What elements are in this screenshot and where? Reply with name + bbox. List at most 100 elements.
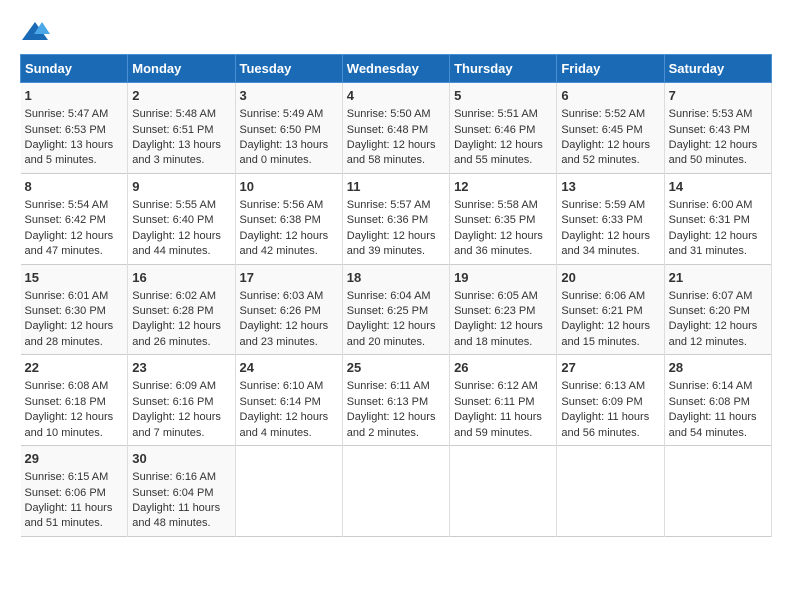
sunrise: Sunrise: 5:48 AM xyxy=(132,108,216,120)
sunset: Sunset: 6:25 PM xyxy=(347,305,428,317)
calendar-cell: 17Sunrise: 6:03 AMSunset: 6:26 PMDayligh… xyxy=(235,264,342,355)
day-number: 30 xyxy=(132,450,230,468)
day-number: 2 xyxy=(132,87,230,105)
daylight: Daylight: 12 hours and 39 minutes. xyxy=(347,230,436,257)
day-number: 14 xyxy=(669,178,767,196)
daylight: Daylight: 12 hours and 26 minutes. xyxy=(132,320,221,347)
daylight: Daylight: 11 hours and 54 minutes. xyxy=(669,411,757,438)
day-number: 3 xyxy=(240,87,338,105)
day-number: 8 xyxy=(25,178,124,196)
calendar-cell: 24Sunrise: 6:10 AMSunset: 6:14 PMDayligh… xyxy=(235,355,342,446)
sunrise: Sunrise: 5:54 AM xyxy=(25,199,109,211)
day-number: 6 xyxy=(561,87,659,105)
day-number: 27 xyxy=(561,359,659,377)
day-number: 7 xyxy=(669,87,767,105)
calendar-cell xyxy=(664,446,771,537)
calendar-table: SundayMondayTuesdayWednesdayThursdayFrid… xyxy=(20,54,772,537)
header-day-sunday: Sunday xyxy=(21,55,128,83)
daylight: Daylight: 13 hours and 3 minutes. xyxy=(132,139,221,166)
day-number: 29 xyxy=(25,450,124,468)
calendar-cell: 2 Sunrise: 5:48 AM Sunset: 6:51 PM Daylight… xyxy=(128,83,235,174)
sunrise: Sunrise: 6:08 AM xyxy=(25,380,109,392)
sunrise: Sunrise: 6:00 AM xyxy=(669,199,753,211)
calendar-cell: 29Sunrise: 6:15 AMSunset: 6:06 PMDayligh… xyxy=(21,446,128,537)
daylight: Daylight: 12 hours and 28 minutes. xyxy=(25,320,114,347)
day-number: 13 xyxy=(561,178,659,196)
header-day-thursday: Thursday xyxy=(450,55,557,83)
sunset: Sunset: 6:45 PM xyxy=(561,124,642,136)
calendar-cell xyxy=(235,446,342,537)
calendar-cell xyxy=(342,446,449,537)
daylight: Daylight: 12 hours and 55 minutes. xyxy=(454,139,543,166)
daylight: Daylight: 12 hours and 18 minutes. xyxy=(454,320,543,347)
sunrise: Sunrise: 6:16 AM xyxy=(132,471,216,483)
calendar-cell: 13Sunrise: 5:59 AMSunset: 6:33 PMDayligh… xyxy=(557,173,664,264)
sunrise: Sunrise: 6:03 AM xyxy=(240,290,324,302)
sunrise: Sunrise: 5:47 AM xyxy=(25,108,109,120)
calendar-cell: 11Sunrise: 5:57 AMSunset: 6:36 PMDayligh… xyxy=(342,173,449,264)
sunset: Sunset: 6:43 PM xyxy=(669,124,750,136)
sunrise: Sunrise: 5:59 AM xyxy=(561,199,645,211)
daylight: Daylight: 12 hours and 20 minutes. xyxy=(347,320,436,347)
calendar-cell: 26Sunrise: 6:12 AMSunset: 6:11 PMDayligh… xyxy=(450,355,557,446)
calendar-cell: 20Sunrise: 6:06 AMSunset: 6:21 PMDayligh… xyxy=(557,264,664,355)
sunrise: Sunrise: 5:56 AM xyxy=(240,199,324,211)
day-number: 22 xyxy=(25,359,124,377)
calendar-cell: 3Sunrise: 5:49 AMSunset: 6:50 PMDaylight… xyxy=(235,83,342,174)
daylight: Daylight: 12 hours and 58 minutes. xyxy=(347,139,436,166)
day-number: 10 xyxy=(240,178,338,196)
calendar-cell: 8Sunrise: 5:54 AMSunset: 6:42 PMDaylight… xyxy=(21,173,128,264)
sunset: Sunset: 6:09 PM xyxy=(561,396,642,408)
sunset: Sunset: 6:06 PM xyxy=(25,487,106,499)
calendar-cell: 16Sunrise: 6:02 AMSunset: 6:28 PMDayligh… xyxy=(128,264,235,355)
sunrise: Sunrise: 5:51 AM xyxy=(454,108,538,120)
sunrise: Sunrise: 5:50 AM xyxy=(347,108,431,120)
sunset: Sunset: 6:46 PM xyxy=(454,124,535,136)
sunset: Sunset: 6:23 PM xyxy=(454,305,535,317)
daylight: Daylight: 12 hours and 34 minutes. xyxy=(561,230,650,257)
calendar-cell: 22Sunrise: 6:08 AMSunset: 6:18 PMDayligh… xyxy=(21,355,128,446)
sunset: Sunset: 6:28 PM xyxy=(132,305,213,317)
day-number: 21 xyxy=(669,269,767,287)
day-number: 26 xyxy=(454,359,552,377)
sunrise: Sunrise: 6:02 AM xyxy=(132,290,216,302)
calendar-cell: 21Sunrise: 6:07 AMSunset: 6:20 PMDayligh… xyxy=(664,264,771,355)
sunset: Sunset: 6:20 PM xyxy=(669,305,750,317)
calendar-cell: 7Sunrise: 5:53 AMSunset: 6:43 PMDaylight… xyxy=(664,83,771,174)
day-number: 1 xyxy=(25,87,124,105)
sunrise: Sunrise: 6:07 AM xyxy=(669,290,753,302)
calendar-cell xyxy=(450,446,557,537)
sunset: Sunset: 6:50 PM xyxy=(240,124,321,136)
day-number: 18 xyxy=(347,269,445,287)
sunset: Sunset: 6:30 PM xyxy=(25,305,106,317)
header-day-tuesday: Tuesday xyxy=(235,55,342,83)
calendar-week-row: 15Sunrise: 6:01 AMSunset: 6:30 PMDayligh… xyxy=(21,264,772,355)
daylight: Daylight: 12 hours and 10 minutes. xyxy=(25,411,114,438)
calendar-cell: 12 Sunrise: 5:58 AM Sunset: 6:35 PM Dayligh… xyxy=(450,173,557,264)
calendar-cell: 15Sunrise: 6:01 AMSunset: 6:30 PMDayligh… xyxy=(21,264,128,355)
calendar-cell: 27Sunrise: 6:13 AMSunset: 6:09 PMDayligh… xyxy=(557,355,664,446)
daylight: Daylight: 12 hours and 7 minutes. xyxy=(132,411,221,438)
day-number: 19 xyxy=(454,269,552,287)
header-day-saturday: Saturday xyxy=(664,55,771,83)
daylight: Daylight: 12 hours and 52 minutes. xyxy=(561,139,650,166)
daylight: Daylight: 12 hours and 23 minutes. xyxy=(240,320,329,347)
sunset: Sunset: 6:11 PM xyxy=(454,396,535,408)
sunrise: Sunrise: 5:58 AM xyxy=(454,199,538,211)
day-number: 24 xyxy=(240,359,338,377)
daylight: Daylight: 12 hours and 31 minutes. xyxy=(669,230,758,257)
sunrise: Sunrise: 6:12 AM xyxy=(454,380,538,392)
sunset: Sunset: 6:42 PM xyxy=(25,214,106,226)
sunset: Sunset: 6:51 PM xyxy=(132,124,213,136)
day-number: 5 xyxy=(454,87,552,105)
calendar-cell: 30Sunrise: 6:16 AMSunset: 6:04 PMDayligh… xyxy=(128,446,235,537)
sunrise: Sunrise: 6:10 AM xyxy=(240,380,324,392)
sunset: Sunset: 6:13 PM xyxy=(347,396,428,408)
daylight: Daylight: 12 hours and 36 minutes. xyxy=(454,230,543,257)
sunrise: Sunrise: 5:53 AM xyxy=(669,108,753,120)
sunset: Sunset: 6:08 PM xyxy=(669,396,750,408)
calendar-cell: 28Sunrise: 6:14 AMSunset: 6:08 PMDayligh… xyxy=(664,355,771,446)
sunset: Sunset: 6:35 PM xyxy=(454,214,535,226)
day-number: 12 xyxy=(454,178,552,196)
sunrise: Sunrise: 6:14 AM xyxy=(669,380,753,392)
